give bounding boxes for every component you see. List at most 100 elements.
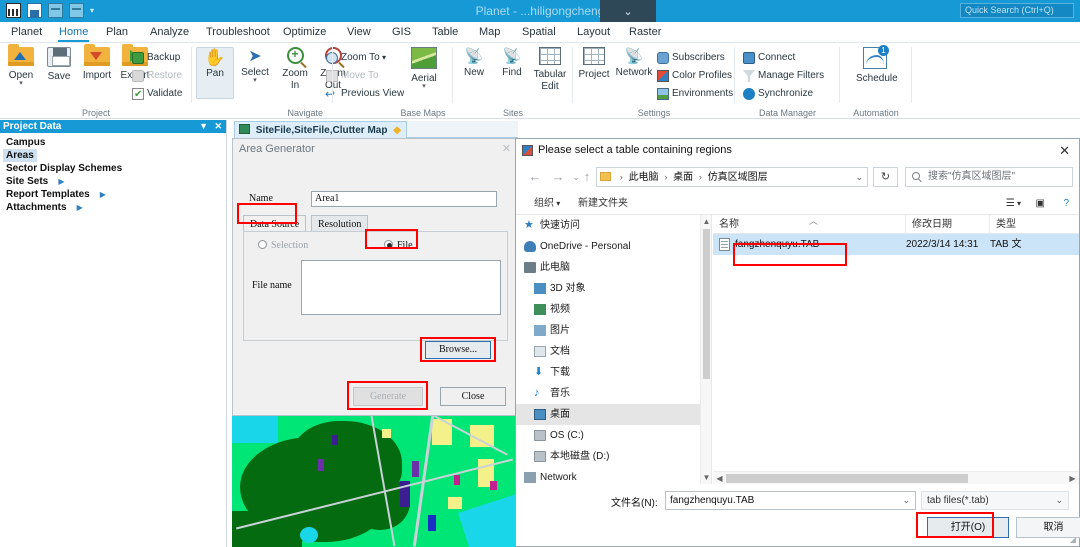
open-dropdown-caret[interactable]: ▾ <box>2 80 40 87</box>
color-profiles-button[interactable]: Color Profiles <box>655 67 732 84</box>
tree-item-attachments[interactable]: Attachments ▶ <box>3 201 226 214</box>
tree-item-site-sets[interactable]: Site Sets ▶ <box>3 175 226 188</box>
quick-access-toolbar[interactable]: ▾ <box>6 3 94 18</box>
nav-item-documents[interactable]: 文档 <box>516 341 711 362</box>
organize-button[interactable]: 组织 ▾ <box>534 192 560 215</box>
nav-pane-scrollbar[interactable]: ▲ ▼ <box>700 215 711 484</box>
close-icon[interactable]: ✕ <box>1059 139 1070 162</box>
ribbon-tab-map[interactable]: Map <box>472 22 507 43</box>
nav-item-3d-objects[interactable]: 3D 对象 <box>516 278 711 299</box>
nav-item-network[interactable]: Network <box>516 467 711 484</box>
preview-pane-icon[interactable]: ▣ <box>1036 192 1045 215</box>
import-button[interactable]: Import <box>78 44 116 81</box>
help-icon[interactable]: ? <box>1063 192 1069 215</box>
tree-item-sector-display-schemes[interactable]: Sector Display Schemes <box>3 162 226 175</box>
new-site-button[interactable]: 📡 New <box>455 47 493 78</box>
aerial-button[interactable]: Aerial ▾ <box>405 47 443 90</box>
close-button[interactable]: Close <box>440 387 506 406</box>
scrollbar-thumb[interactable] <box>703 229 710 379</box>
nav-item-local-disk-d[interactable]: 本地磁盘 (D:) <box>516 446 711 467</box>
file-list-horizontal-scrollbar[interactable]: ◀ ▶ <box>713 471 1079 484</box>
save-project-button[interactable]: Save <box>40 47 78 82</box>
tree-item-report-templates[interactable]: Report Templates ▶ <box>3 188 226 201</box>
ribbon-tab-layout[interactable]: Layout <box>570 22 617 43</box>
ribbon-tab-optimize[interactable]: Optimize <box>276 22 333 43</box>
select-button[interactable]: ➤ Select ▾ <box>236 47 274 84</box>
new-folder-button[interactable]: 新建文件夹 <box>578 192 628 215</box>
project-settings-button[interactable]: Project <box>575 47 613 80</box>
scrollbar-thumb[interactable] <box>726 474 968 483</box>
pan-button[interactable]: ✋ Pan <box>196 47 234 99</box>
tree-item-areas[interactable]: Areas <box>3 149 226 162</box>
manage-filters-button[interactable]: Manage Filters <box>741 67 824 84</box>
nav-item-desktop[interactable]: 桌面 <box>516 404 711 425</box>
file-name-input[interactable]: fangzhenquyu.TAB ⌄ <box>665 491 916 510</box>
ribbon-tab-planet[interactable]: Planet <box>4 22 49 43</box>
scroll-up-icon[interactable]: ▲ <box>701 215 711 228</box>
pin-icon[interactable]: ◆ <box>393 125 401 136</box>
breadcrumb-item-1[interactable]: 桌面 <box>673 172 693 183</box>
nav-item-os-c[interactable]: OS (C:) <box>516 425 711 446</box>
close-icon[interactable]: ✕ <box>502 139 511 159</box>
ribbon-tab-home[interactable]: Home <box>52 22 95 43</box>
nav-item-videos[interactable]: 视频 <box>516 299 711 320</box>
back-icon[interactable]: ← <box>526 168 544 186</box>
resize-grip-icon[interactable]: ◢ <box>1070 535 1076 544</box>
aerial-dropdown-caret[interactable]: ▾ <box>405 83 443 90</box>
tab-data-source[interactable]: Data Source <box>243 215 307 232</box>
backup-button[interactable]: Backup <box>130 49 180 66</box>
view-layout-icon[interactable]: ☰ ▾ <box>1006 192 1021 215</box>
ribbon-tab-raster[interactable]: Raster <box>622 22 668 43</box>
clutter-map-canvas[interactable] <box>232 415 517 547</box>
chevron-down-icon[interactable]: ▼ <box>199 120 208 133</box>
file-list-box[interactable] <box>301 260 501 315</box>
validate-button[interactable]: Validate <box>130 85 182 103</box>
area-name-input[interactable]: Area1 <box>311 191 497 207</box>
file-row[interactable]: fangzhenquyu.TAB 2022/3/14 14:31 TAB 文 <box>713 234 1079 255</box>
redo-icon[interactable] <box>69 3 84 18</box>
chevron-down-icon[interactable]: ⌄ <box>1055 492 1063 509</box>
expand-arrow-icon[interactable]: ▶ <box>58 177 64 186</box>
nav-item-music[interactable]: ♪ 音乐 <box>516 383 711 404</box>
chevron-down-icon[interactable]: ⌄ <box>902 492 910 509</box>
chevron-down-icon[interactable]: ⌄ <box>600 0 656 22</box>
tabular-edit-button[interactable]: Tabular Edit <box>531 47 569 92</box>
ribbon-tab-spatial[interactable]: Spatial <box>515 22 563 43</box>
zoom-to-button[interactable]: Zoom To ▾ <box>324 49 386 66</box>
search-input[interactable]: 搜索"仿真区域图层" <box>905 167 1073 187</box>
scroll-down-icon[interactable]: ▼ <box>701 471 711 484</box>
nav-item-downloads[interactable]: ⬇ 下载 <box>516 362 711 383</box>
column-header-type[interactable]: 类型 <box>990 215 1075 234</box>
network-settings-button[interactable]: 📡 Network <box>615 47 653 78</box>
ribbon-tab-plan[interactable]: Plan <box>99 22 135 43</box>
nav-item-quick-access[interactable]: ★ 快速访问 <box>516 215 711 236</box>
expand-arrow-icon[interactable]: ▶ <box>77 203 83 212</box>
breadcrumb-item-2[interactable]: 仿真区域图层 <box>708 172 768 183</box>
open-button[interactable]: 打开(O) <box>927 517 1009 538</box>
synchronize-button[interactable]: Synchronize <box>741 85 813 102</box>
refresh-button[interactable]: ↻ <box>873 167 898 187</box>
column-header-name[interactable]: ︿ 名称 <box>713 215 906 234</box>
zoom-in-button[interactable]: + Zoom In <box>276 47 314 91</box>
tree-item-campus[interactable]: Campus <box>3 136 226 149</box>
close-icon[interactable]: ✕ <box>214 120 222 133</box>
ribbon-tab-table[interactable]: Table <box>425 22 465 43</box>
quick-search-input[interactable]: Quick Search (Ctrl+Q) <box>960 3 1074 18</box>
file-type-filter-select[interactable]: tab files(*.tab) ⌄ <box>921 491 1069 510</box>
subscribers-button[interactable]: Subscribers <box>655 49 725 66</box>
environments-button[interactable]: Environments <box>655 85 733 102</box>
ribbon-tab-analyze[interactable]: Analyze <box>143 22 196 43</box>
open-button[interactable]: Open ▾ <box>2 44 40 87</box>
document-tab-clutter-map[interactable]: SiteFile,SiteFile,Clutter Map ◆ ✕ <box>234 121 407 138</box>
expand-arrow-icon[interactable]: ▶ <box>100 190 106 199</box>
ribbon-tab-view[interactable]: View <box>340 22 378 43</box>
nav-item-pictures[interactable]: 图片 <box>516 320 711 341</box>
home-icon[interactable] <box>6 3 21 18</box>
schedule-button[interactable]: 1 Schedule <box>856 45 898 84</box>
customize-quick-access-icon[interactable]: ▾ <box>90 3 94 18</box>
breadcrumb[interactable]: › 此电脑 › 桌面 › 仿真区域图层 ⌄ <box>596 167 868 187</box>
undo-icon[interactable] <box>48 3 63 18</box>
find-site-button[interactable]: 📡 Find <box>493 47 531 78</box>
connect-button[interactable]: Connect <box>741 49 795 66</box>
browse-button[interactable]: Browse... <box>425 341 491 359</box>
